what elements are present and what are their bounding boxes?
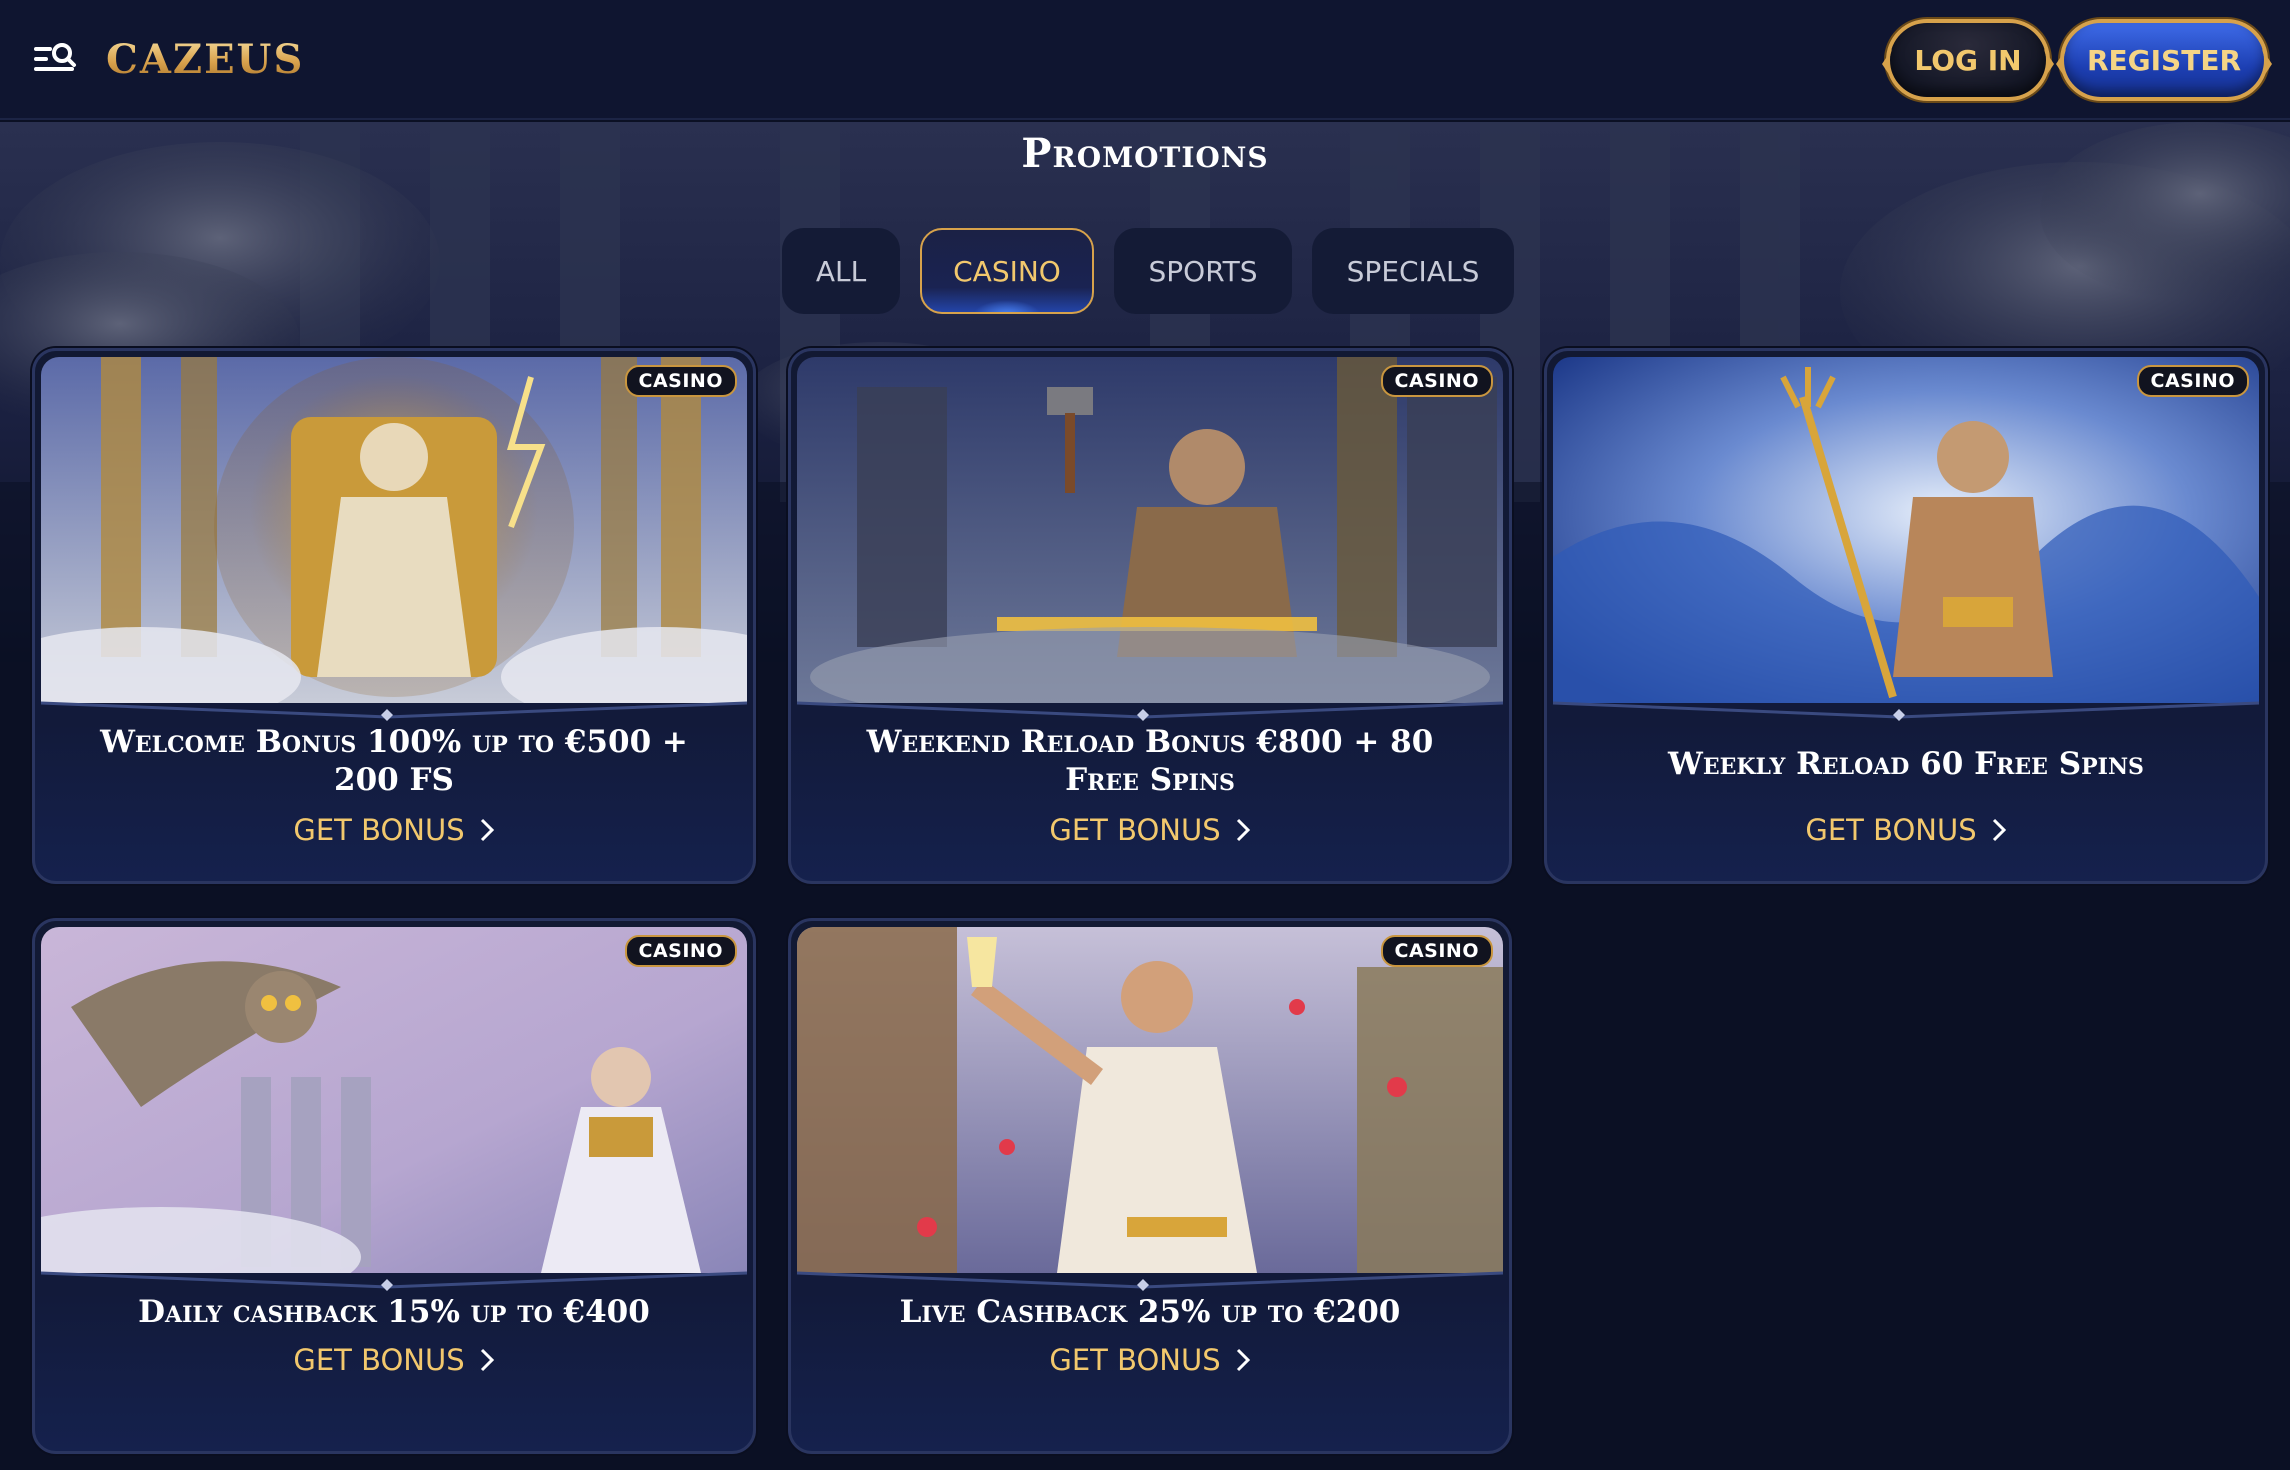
promo-title: Daily cashback 15% up to €400 — [138, 1294, 650, 1330]
promo-title: Weekend Reload Bonus €800 + 80 Free Spin… — [866, 724, 1434, 798]
promo-card-welcome[interactable]: CASINO Welcome Bonus 100% up to €500 + 2… — [32, 348, 756, 884]
wing-ornament-icon — [2262, 49, 2272, 79]
get-bonus-link[interactable]: GET BONUS — [791, 813, 1509, 847]
chevron-right-icon — [1236, 1348, 1250, 1372]
chevron-right-icon — [1992, 818, 2006, 842]
auth-actions: LOG IN REGISTER — [1882, 19, 2272, 101]
dionysus-toast-image — [797, 927, 1503, 1273]
tab-all[interactable]: ALL — [782, 228, 900, 314]
promo-card-live-cashback[interactable]: CASINO Live Cashback 25% up to €200 GET … — [788, 918, 1512, 1454]
category-badge: CASINO — [2136, 365, 2249, 397]
get-bonus-label: GET BONUS — [1049, 813, 1221, 847]
poseidon-trident-image — [1553, 357, 2259, 703]
get-bonus-link[interactable]: GET BONUS — [35, 813, 753, 847]
category-badge: CASINO — [624, 365, 737, 397]
register-label: REGISTER — [2086, 43, 2242, 77]
hephaestus-hammer-image — [797, 357, 1503, 703]
category-badge: CASINO — [1380, 365, 1493, 397]
zeus-throne-image — [41, 357, 747, 703]
promotion-tabs: ALL CASINO SPORTS SPECIALS — [782, 228, 1514, 314]
tab-label: SPECIALS — [1346, 254, 1480, 288]
tab-sports[interactable]: SPORTS — [1114, 228, 1292, 314]
login-label: LOG IN — [1914, 43, 2022, 77]
menu-search-icon[interactable] — [32, 39, 78, 79]
page-title: Promotions — [1021, 130, 1269, 177]
card-frame-ornament — [40, 1271, 748, 1291]
category-badge: CASINO — [1380, 935, 1493, 967]
promo-card-daily-cashback[interactable]: CASINO Daily cashback 15% up to €400 GET… — [32, 918, 756, 1454]
promo-title: Live Cashback 25% up to €200 — [899, 1294, 1401, 1330]
chevron-right-icon — [480, 818, 494, 842]
get-bonus-label: GET BONUS — [293, 1343, 465, 1377]
tab-label: ALL — [815, 254, 867, 288]
wing-ornament-icon — [2056, 49, 2066, 79]
promotions-page: CAZEUS LOG IN REGISTER Promotions ALL CA… — [0, 0, 2290, 1470]
get-bonus-label: GET BONUS — [1049, 1343, 1221, 1377]
tab-label: CASINO — [953, 254, 1061, 288]
category-badge: CASINO — [624, 935, 737, 967]
get-bonus-label: GET BONUS — [293, 813, 465, 847]
tab-specials[interactable]: SPECIALS — [1312, 228, 1514, 314]
login-button[interactable]: LOG IN — [1882, 19, 2054, 101]
wing-ornament-icon — [1882, 49, 1892, 79]
get-bonus-link[interactable]: GET BONUS — [35, 1343, 753, 1377]
promo-card-weekend-reload[interactable]: CASINO Weekend Reload Bonus €800 + 80 Fr… — [788, 348, 1512, 884]
top-header: CAZEUS LOG IN REGISTER — [0, 0, 2290, 120]
chevron-right-icon — [480, 1348, 494, 1372]
promo-title: Weekly Reload 60 Free Spins — [1668, 746, 2144, 782]
register-button[interactable]: REGISTER — [2056, 19, 2272, 101]
tab-casino[interactable]: CASINO — [920, 228, 1094, 314]
tab-label: SPORTS — [1148, 254, 1258, 288]
promo-card-weekly-reload[interactable]: CASINO Weekly Reload 60 Free Spins GET B… — [1544, 348, 2268, 884]
athena-owl-image — [41, 927, 747, 1273]
chevron-right-icon — [1236, 818, 1250, 842]
cazeus-logo[interactable]: CAZEUS — [106, 36, 304, 83]
get-bonus-link[interactable]: GET BONUS — [1547, 813, 2265, 847]
card-frame-ornament — [40, 701, 748, 721]
get-bonus-label: GET BONUS — [1805, 813, 1977, 847]
promo-title: Welcome Bonus 100% up to €500 + 200 FS — [100, 724, 688, 798]
card-frame-ornament — [796, 1271, 1504, 1291]
card-frame-ornament — [796, 701, 1504, 721]
card-frame-ornament — [1552, 701, 2260, 721]
get-bonus-link[interactable]: GET BONUS — [791, 1343, 1509, 1377]
